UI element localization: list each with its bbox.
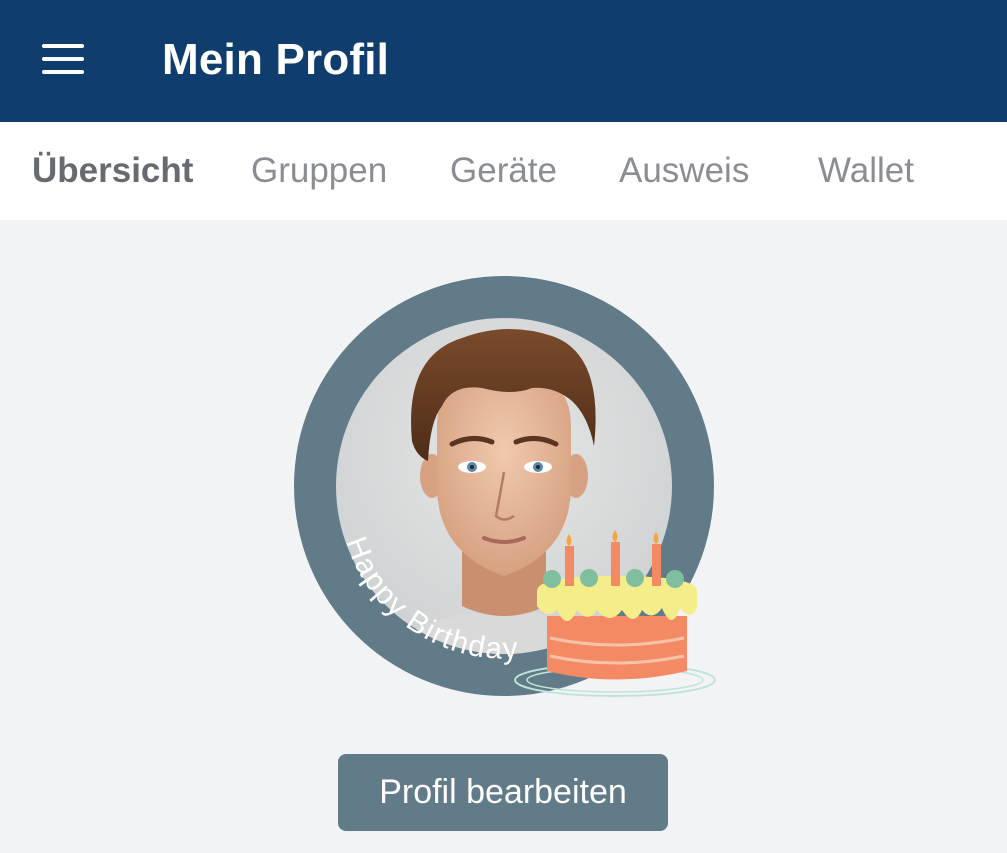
- tab-ausweis[interactable]: Ausweis: [619, 148, 749, 194]
- tab-geraete[interactable]: Geräte: [450, 148, 557, 194]
- hamburger-menu-icon: [42, 44, 84, 48]
- menu-button[interactable]: [40, 42, 86, 78]
- tab-uebersicht[interactable]: Übersicht: [32, 148, 193, 194]
- hamburger-line: [42, 57, 84, 61]
- app-bar: Mein Profil: [0, 0, 1007, 122]
- hamburger-line: [42, 70, 84, 74]
- tab-gruppen[interactable]: Gruppen: [251, 148, 387, 194]
- page-title: Mein Profil: [162, 35, 390, 84]
- edit-profile-button[interactable]: Profil bearbeiten: [338, 754, 668, 831]
- profile-avatar[interactable]: Happy Birthday: [292, 276, 722, 706]
- tab-bar: Übersicht Gruppen Geräte Ausweis Wallet: [0, 122, 1007, 220]
- tab-wallet[interactable]: Wallet: [818, 148, 914, 194]
- avatar-graphic: Happy Birthday: [294, 276, 716, 697]
